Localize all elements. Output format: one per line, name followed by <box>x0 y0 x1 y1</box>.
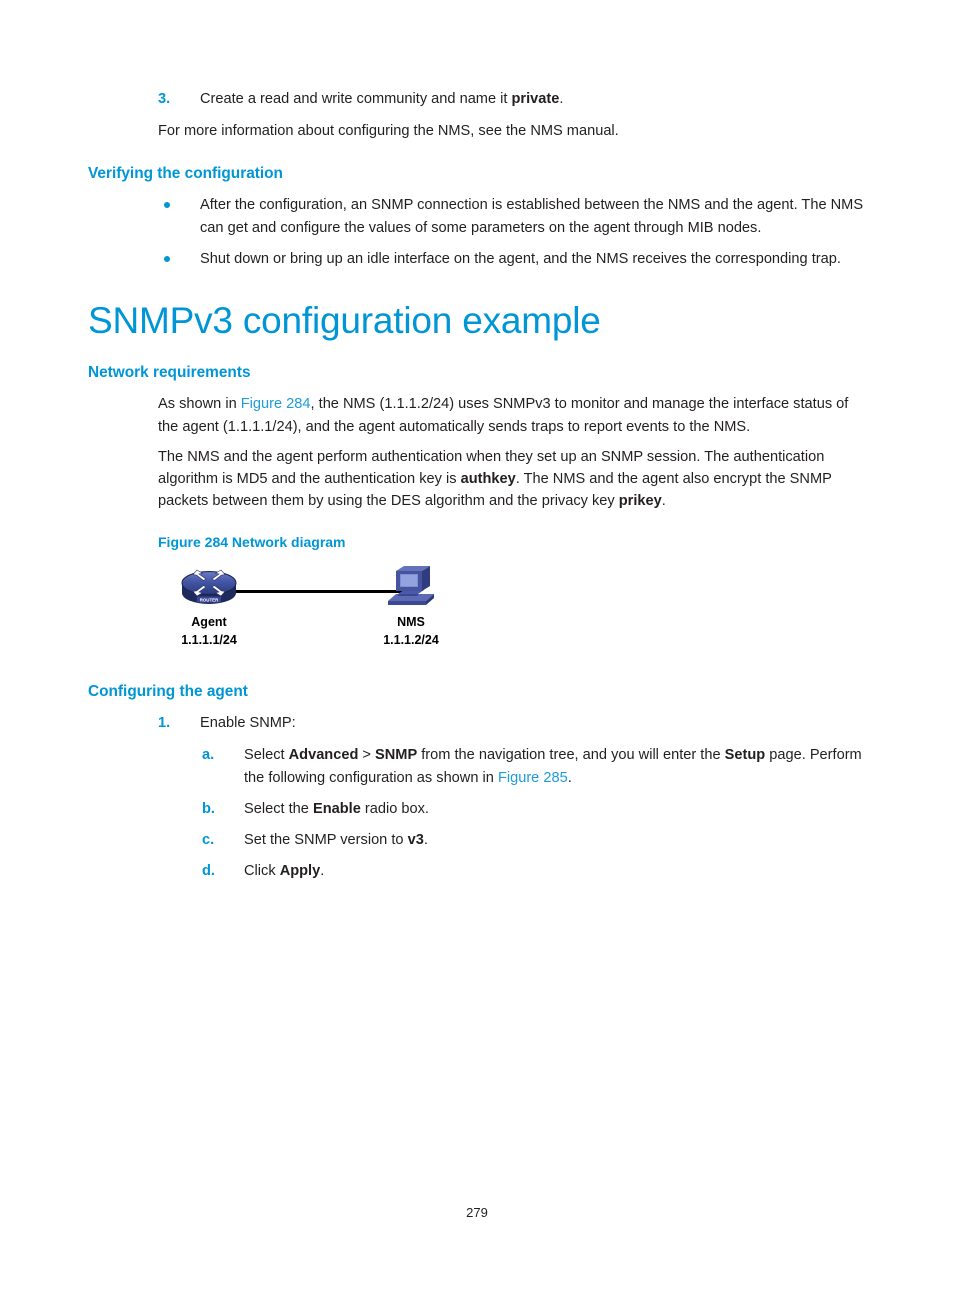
substep-c-p2: . <box>423 831 428 848</box>
list-marker: 1. <box>158 715 171 732</box>
substep-c-p1: Set the SNMP version to <box>244 831 408 848</box>
list-item: After the configuration, an SNMP connect… <box>88 194 866 238</box>
list-item: Shut down or bring up an idle interface … <box>88 248 866 270</box>
list-item: c. Set the SNMP version to v3. <box>88 829 866 851</box>
heading-verifying-the-configuration: Verifying the configuration <box>88 165 283 183</box>
workstation-icon-wrap <box>356 560 466 610</box>
diagram-node-label: Agent <box>191 615 227 630</box>
diagram-node-address: 1.1.1.1/24 <box>181 632 237 647</box>
para1-part-a: As shown in <box>158 396 241 413</box>
page-number: 279 <box>466 1205 488 1220</box>
substep-a-p2: > <box>358 747 376 764</box>
substep-d-bold-apply: Apply <box>279 863 321 880</box>
list-item: b. Select the Enable radio box. <box>88 798 866 820</box>
configuring-agent-substeps: a. Select Advanced > SNMP from the navig… <box>88 744 866 882</box>
configuring-agent-steps: 1. Enable SNMP: <box>88 712 866 734</box>
heading-configuring-the-agent: Configuring the agent <box>88 683 248 701</box>
list-item-text: Select Advanced > SNMP from the navigati… <box>244 747 862 785</box>
substep-a-bold-advanced: Advanced <box>288 747 359 764</box>
list-marker: 3. <box>158 91 171 107</box>
substep-d-p1: Click <box>244 863 280 880</box>
verifying-bullet-list: After the configuration, an SNMP connect… <box>88 194 866 270</box>
workstation-icon <box>388 566 434 606</box>
list-item-text: Enable SNMP: <box>200 715 296 732</box>
network-requirements-paragraph-1: As shown in Figure 284, the NMS (1.1.1.2… <box>158 393 866 437</box>
list-item-text: After the configuration, an SNMP connect… <box>200 197 864 236</box>
router-badge-label: ROUTER <box>200 598 219 603</box>
list-item: a. Select Advanced > SNMP from the navig… <box>88 744 866 788</box>
nms-manual-note: For more information about configuring t… <box>158 123 619 140</box>
bullet-icon <box>164 202 170 209</box>
list-item: d. Click Apply. <box>88 860 866 882</box>
list-item-text: Shut down or bring up an idle interface … <box>200 250 841 267</box>
substep-a-p5: . <box>567 769 572 786</box>
step3-text-after: . <box>559 91 564 107</box>
substep-a-p1: Select <box>244 747 289 764</box>
substep-c-bold-v3: v3 <box>407 831 424 848</box>
page-footer: 279 <box>0 1205 954 1220</box>
list-item-text: Set the SNMP version to v3. <box>244 832 428 848</box>
list-marker: a. <box>202 747 215 764</box>
page-title: SNMPv3 configuration example <box>88 299 601 341</box>
para2-bold-prikey: prikey <box>618 493 662 510</box>
diagram-node-label: NMS <box>397 615 425 630</box>
substep-a-bold-snmp: SNMP <box>375 747 418 764</box>
diagram-node-agent: ROUTER Agent 1.1.1.1/24 <box>154 560 264 650</box>
diagram-node-address: 1.1.1.2/24 <box>383 632 439 647</box>
router-icon-wrap: ROUTER <box>154 560 264 610</box>
substep-a-bold-setup: Setup <box>724 747 766 764</box>
substep-b-p2: radio box. <box>360 800 429 817</box>
numbered-list-top: 3. Create a read and write community and… <box>88 88 866 110</box>
heading-network-requirements: Network requirements <box>88 364 251 382</box>
list-marker: c. <box>202 831 215 848</box>
xref-figure-285[interactable]: Figure 285 <box>498 770 568 786</box>
list-marker: b. <box>202 800 215 817</box>
xref-figure-284[interactable]: Figure 284 <box>241 396 311 412</box>
list-marker: d. <box>202 863 215 880</box>
list-item-text: Create a read and write community and na… <box>200 91 563 107</box>
diagram-node-nms: NMS 1.1.1.2/24 <box>356 560 466 650</box>
document-page: 3. Create a read and write community and… <box>0 0 954 1296</box>
para2-part-c: . <box>661 493 666 510</box>
substep-a-p3: from the navigation tree, and you will e… <box>417 747 725 764</box>
substep-b-bold-enable: Enable <box>312 800 361 817</box>
list-item: 1. Enable SNMP: <box>88 712 866 734</box>
step3-bold: private <box>511 91 560 107</box>
substep-d-p2: . <box>320 863 325 880</box>
bullet-icon <box>164 255 170 262</box>
network-requirements-paragraph-2: The NMS and the agent perform authentica… <box>158 446 866 513</box>
network-diagram: ROUTER Agent 1.1.1.1/24 NMS 1.1.1.2/24 <box>158 560 558 660</box>
router-icon: ROUTER <box>181 569 237 605</box>
substep-b-p1: Select the <box>244 800 313 817</box>
list-item-text: Click Apply. <box>244 863 324 879</box>
figure-caption: Figure 284 Network diagram <box>158 534 346 551</box>
page-content: 3. Create a read and write community and… <box>88 88 866 891</box>
step3-text-before: Create a read and write community and na… <box>200 91 512 107</box>
para2-bold-authkey: authkey <box>460 470 516 487</box>
list-item: 3. Create a read and write community and… <box>88 88 866 110</box>
list-item-text: Select the Enable radio box. <box>244 801 429 817</box>
